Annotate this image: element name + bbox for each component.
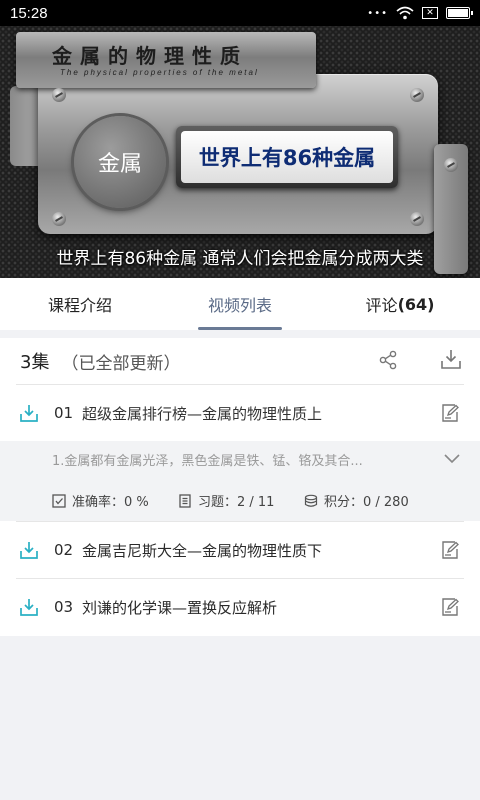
download-icon[interactable] <box>18 402 40 424</box>
wifi-icon <box>396 6 414 20</box>
episode-number: 01 <box>54 404 74 422</box>
no-sim-icon: ✕ <box>422 7 438 19</box>
video-title-cn: 金属的物理性质 <box>52 44 248 68</box>
video-title-en: The physical properties of the metal <box>60 68 259 77</box>
episode-row[interactable]: 03 刘谦的化学课—置换反应解析 <box>0 579 480 635</box>
screw-icon <box>444 158 458 172</box>
status-bar: 15:28 ••• ✕ <box>0 0 480 26</box>
accuracy-stat: 准确率：0 % <box>52 491 149 510</box>
tab-label: 课程介绍 <box>47 296 112 315</box>
tab-course-intro[interactable]: 课程介绍 <box>0 278 160 330</box>
tab-comments[interactable]: 评论 (64) <box>320 278 480 330</box>
episode-number: 02 <box>54 541 74 559</box>
episode-description: 1.金属都有金属光泽，黑色金属是铁、锰、铬及其合... <box>52 454 363 469</box>
chevron-down-icon[interactable] <box>444 451 460 465</box>
edit-icon[interactable] <box>440 403 460 423</box>
accuracy-label: 准确率：0 % <box>72 495 149 510</box>
video-headline: 世界上有86种金属 <box>181 131 393 183</box>
coins-icon <box>304 494 318 507</box>
episode-row[interactable]: 02 金属吉尼斯大全—金属的物理性质下 <box>0 522 480 578</box>
screw-icon <box>410 212 424 226</box>
episode-title: 刘谦的化学课—置换反应解析 <box>82 598 278 617</box>
exercises-label: 习题：2 / 11 <box>198 495 275 510</box>
episode-count: 3集 <box>20 352 50 373</box>
episode-title: 金属吉尼斯大全—金属的物理性质下 <box>82 541 323 560</box>
video-player[interactable]: 金属的物理性质 The physical properties of the m… <box>0 26 480 278</box>
episode-number: 03 <box>54 598 74 616</box>
edit-icon[interactable] <box>440 597 460 617</box>
tab-bar: 课程介绍 视频列表 评论 (64) <box>0 278 480 330</box>
screw-icon <box>52 212 66 226</box>
download-all-icon[interactable] <box>440 348 462 370</box>
status-time: 15:28 <box>10 4 48 22</box>
download-icon[interactable] <box>18 539 40 561</box>
episode-list: 3集 （已全部更新） 01 超级金属排行榜—金属的物理性质上 1.金属都有金属光… <box>0 338 480 636</box>
metal-badge: 金属 <box>74 116 166 208</box>
tab-label: 视频列表 <box>207 296 272 315</box>
episode-detail: 1.金属都有金属光泽，黑色金属是铁、锰、铬及其合... 准确率：0 % 习题：2… <box>0 441 480 521</box>
screw-icon <box>52 88 66 102</box>
headline-plate: 世界上有86种金属 <box>176 126 398 188</box>
download-icon[interactable] <box>18 596 40 618</box>
status-icons: ••• ✕ <box>367 6 473 20</box>
comment-count: (64) <box>397 294 435 314</box>
points-stat: 积分：0 / 280 <box>304 491 409 510</box>
exercises-stat: 习题：2 / 11 <box>178 491 274 510</box>
document-icon <box>179 493 191 508</box>
points-label: 积分：0 / 280 <box>324 495 409 510</box>
tab-video-list[interactable]: 视频列表 <box>160 278 320 330</box>
episode-row[interactable]: 01 超级金属排行榜—金属的物理性质上 <box>0 385 480 441</box>
video-subtitle: 世界上有86种金属 通常人们会把金属分成两大类 <box>56 249 424 269</box>
signal-dots-icon: ••• <box>367 7 388 19</box>
episode-title: 超级金属排行榜—金属的物理性质上 <box>82 404 323 423</box>
episode-status: （已全部更新） <box>61 353 181 374</box>
battery-icon <box>446 7 473 19</box>
edit-icon[interactable] <box>440 540 460 560</box>
checkbox-icon <box>52 493 66 508</box>
share-icon[interactable] <box>378 350 398 370</box>
video-title-plate: 金属的物理性质 The physical properties of the m… <box>16 32 316 88</box>
screw-icon <box>410 88 424 102</box>
episode-header: 3集 （已全部更新） <box>0 338 480 384</box>
tab-label: 评论 <box>365 296 398 315</box>
